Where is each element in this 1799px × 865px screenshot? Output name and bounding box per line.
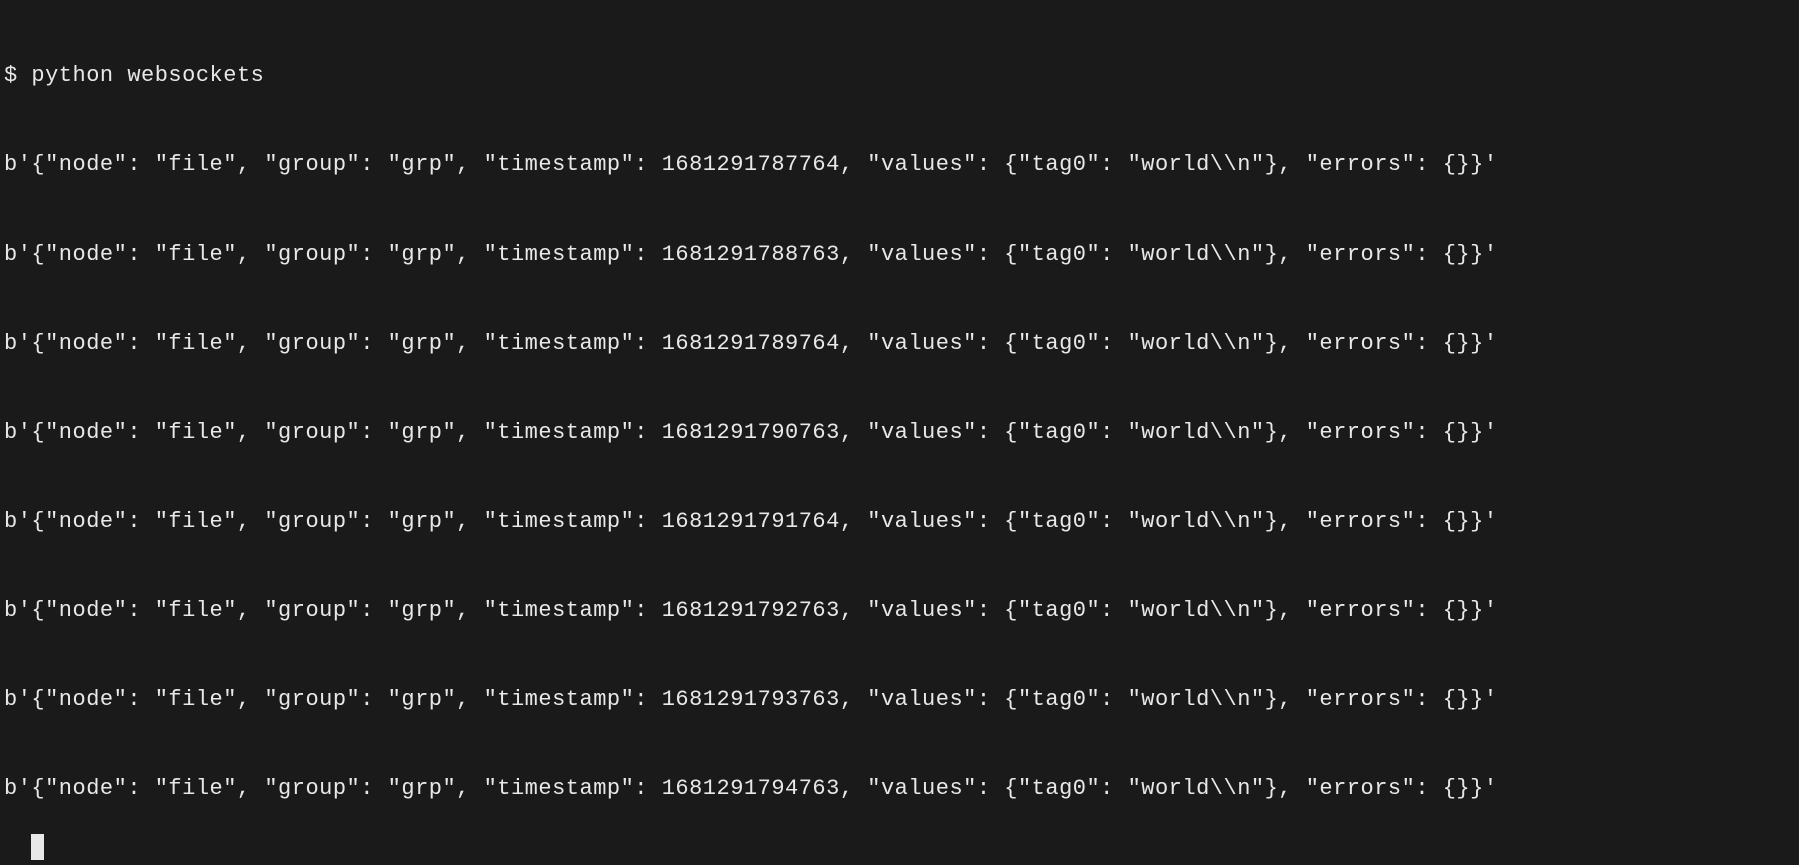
cursor-block — [31, 834, 44, 860]
output-line: b'{"node": "file", "group": "grp", "time… — [4, 507, 1795, 537]
command-line: $ python websockets — [4, 61, 1795, 91]
output-line: b'{"node": "file", "group": "grp", "time… — [4, 596, 1795, 626]
output-line: b'{"node": "file", "group": "grp", "time… — [4, 685, 1795, 715]
output-line: b'{"node": "file", "group": "grp", "time… — [4, 418, 1795, 448]
output-line: b'{"node": "file", "group": "grp", "time… — [4, 150, 1795, 180]
output-line: b'{"node": "file", "group": "grp", "time… — [4, 329, 1795, 359]
output-line: b'{"node": "file", "group": "grp", "time… — [4, 240, 1795, 270]
output-line: b'{"node": "file", "group": "grp", "time… — [4, 774, 1795, 804]
command-text: python websockets — [31, 63, 264, 88]
terminal-window[interactable]: $ python websockets b'{"node": "file", "… — [0, 0, 1799, 865]
prompt-symbol: $ — [4, 63, 31, 88]
